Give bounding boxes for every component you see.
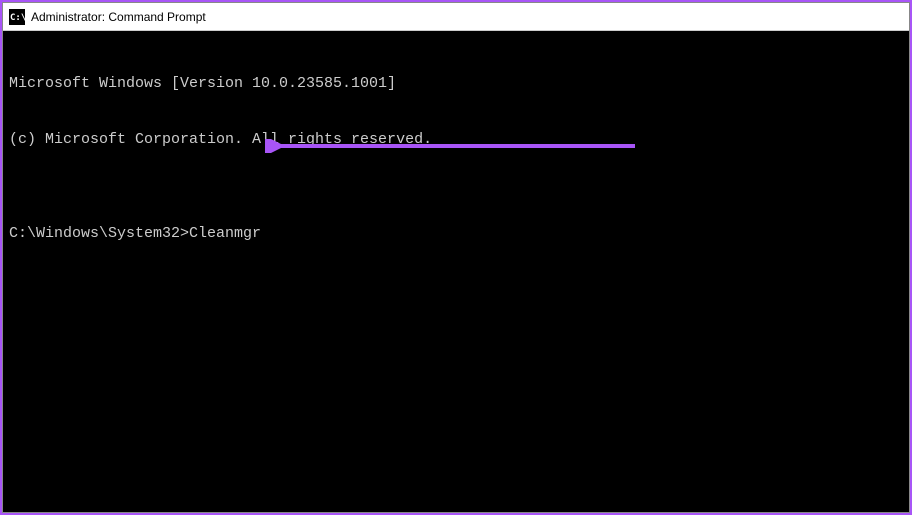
prompt-path: C:\Windows\System32> xyxy=(9,225,189,244)
copyright-line: (c) Microsoft Corporation. All rights re… xyxy=(9,131,903,150)
terminal-output[interactable]: Microsoft Windows [Version 10.0.23585.10… xyxy=(3,31,909,512)
titlebar[interactable]: C:\ Administrator: Command Prompt xyxy=(3,3,909,31)
prompt-line: C:\Windows\System32>Cleanmgr xyxy=(9,225,903,244)
version-line: Microsoft Windows [Version 10.0.23585.10… xyxy=(9,75,903,94)
command-prompt-icon: C:\ xyxy=(9,9,25,25)
svg-text:C:\: C:\ xyxy=(10,13,25,23)
typed-command[interactable]: Cleanmgr xyxy=(189,225,261,244)
window-title: Administrator: Command Prompt xyxy=(31,10,206,24)
command-prompt-window: C:\ Administrator: Command Prompt Micros… xyxy=(2,2,910,513)
